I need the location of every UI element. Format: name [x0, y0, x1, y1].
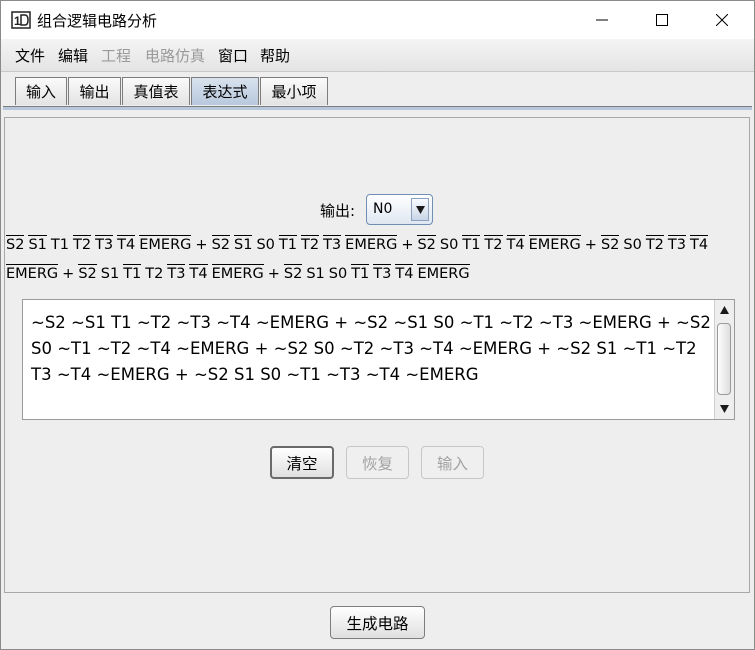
expression-term: T4 — [189, 264, 208, 282]
menu-window[interactable]: 窗口 — [218, 45, 248, 66]
arrow-down-icon — [720, 405, 729, 413]
tab-divider — [3, 106, 752, 110]
expression-operator: + — [584, 237, 597, 253]
expression-term: T1 — [278, 235, 297, 253]
expression-term: S2 — [78, 264, 97, 282]
expression-term: S2 — [283, 264, 303, 282]
expression-term: T1 — [50, 237, 69, 253]
expression-term: T2 — [645, 235, 664, 253]
close-icon — [716, 14, 728, 26]
expression-operator: + — [401, 237, 414, 253]
expression-editor[interactable]: ~S2 ~S1 T1 ~T2 ~T3 ~T4 ~EMERG + ~S2 ~S1 … — [22, 299, 735, 420]
window-title: 组合逻辑电路分析 — [37, 12, 158, 30]
editor-line: ~S2 ~S1 T1 ~T2 ~T3 ~T4 ~EMERG + ~S2 ~S1 … — [31, 313, 711, 332]
expression-term: T3 — [95, 235, 114, 253]
expression-operator: + — [195, 237, 208, 253]
minimize-icon — [596, 19, 608, 21]
menu-file[interactable]: 文件 — [15, 45, 45, 66]
expression-line-2: EMERG + S2 S1 T1 T2 T3 T4 EMERG + S2 S1 S0 T1 T3 T4 EMER… — [6, 264, 474, 284]
expression-term: EMERG — [417, 264, 470, 282]
expression-operator: + — [62, 266, 75, 282]
expression-operator: + — [267, 266, 280, 282]
expression-term: T3 — [323, 235, 342, 253]
menu-help[interactable]: 帮助 — [260, 45, 290, 66]
expression-editor-text[interactable]: ~S2 ~S1 T1 ~T2 ~T3 ~T4 ~EMERG + ~S2 ~S1 … — [31, 310, 711, 388]
expression-term: T2 — [145, 266, 164, 282]
app-logo-icon: 1 — [11, 11, 31, 29]
expression-term: S1 — [28, 235, 47, 253]
generate-circuit-button[interactable]: 生成电路 — [330, 606, 425, 639]
expression-term: EMERG — [211, 264, 264, 282]
app-window: 1 组合逻辑电路分析 文件 编辑 工程 电路仿真 窗口 帮助 输入 输出 真值表… — [0, 0, 755, 650]
tab-truth-table[interactable]: 真值表 — [122, 77, 190, 105]
expression-term: T4 — [506, 235, 525, 253]
expression-term: T1 — [123, 264, 142, 282]
maximize-button[interactable] — [639, 1, 685, 39]
scroll-down-button[interactable] — [717, 401, 732, 417]
expression-term: S0 — [328, 266, 348, 282]
expression-term: EMERG — [139, 235, 192, 253]
expression-term: S1 — [100, 266, 120, 282]
expression-term: T2 — [484, 235, 503, 253]
expression-term: T2 — [72, 235, 92, 253]
expression-term: S2 — [417, 235, 436, 253]
expression-term: T3 — [167, 264, 186, 282]
output-select-value: N0 — [373, 201, 393, 217]
expression-line-1: S2 S1 T1 T2 T3 T4 EMERG + S2 S1 S0 T1 T2 T3 EMERG + S2 S0… — [6, 235, 712, 255]
expression-term: S0 — [256, 237, 275, 253]
expression-term: S2 — [211, 235, 230, 253]
expression-term: S2 — [6, 235, 25, 253]
dropdown-button[interactable] — [411, 198, 429, 221]
expression-term: EMERG — [528, 235, 581, 253]
clear-button[interactable]: 清空 — [270, 446, 334, 479]
output-select[interactable]: N0 — [366, 194, 433, 225]
maximize-icon — [656, 14, 668, 26]
expression-term: S1 — [234, 235, 253, 253]
menu-bar: 文件 编辑 工程 电路仿真 窗口 帮助 — [1, 39, 754, 72]
expression-term: S1 — [306, 266, 325, 282]
expression-term: T1 — [351, 264, 370, 282]
minimize-button[interactable] — [579, 1, 625, 39]
scroll-thumb[interactable] — [717, 323, 731, 395]
expression-term: S0 — [623, 237, 642, 253]
expression-term: S0 — [439, 237, 459, 253]
expression-term: T2 — [300, 235, 320, 253]
menu-edit[interactable]: 编辑 — [58, 45, 88, 66]
title-bar: 1 组合逻辑电路分析 — [1, 1, 754, 39]
expression-term: T3 — [373, 264, 392, 282]
editor-line: S0 ~T1 ~T2 ~T4 ~EMERG + ~S2 S0 ~T2 ~T3 ~… — [31, 339, 697, 358]
menu-project[interactable]: 工程 — [101, 45, 131, 66]
expression-term: T3 — [667, 235, 686, 253]
tab-expression[interactable]: 表达式 — [191, 77, 259, 105]
expression-term: S2 — [600, 235, 620, 253]
expression-term: EMERG — [6, 264, 59, 282]
restore-button[interactable]: 恢复 — [346, 446, 409, 479]
expression-term: EMERG — [345, 235, 398, 253]
vertical-scrollbar[interactable] — [714, 300, 734, 419]
arrow-up-icon — [720, 306, 729, 314]
tab-minterms[interactable]: 最小项 — [260, 77, 328, 105]
enter-button[interactable]: 输入 — [421, 446, 484, 479]
expression-term: T4 — [395, 264, 414, 282]
scroll-up-button[interactable] — [717, 302, 732, 318]
tab-input[interactable]: 输入 — [15, 77, 67, 105]
output-label: 输出: — [320, 202, 356, 220]
expression-term: T1 — [462, 235, 481, 253]
expression-term: T4 — [690, 235, 709, 253]
close-button[interactable] — [699, 1, 745, 39]
chevron-down-icon — [415, 205, 425, 214]
editor-line: T3 ~T4 ~EMERG + ~S2 S1 S0 ~T1 ~T3 ~T4 ~E… — [31, 365, 479, 384]
tab-output[interactable]: 输出 — [68, 77, 121, 105]
expression-term: T4 — [117, 235, 136, 253]
svg-text:1: 1 — [14, 14, 21, 28]
menu-simulation[interactable]: 电路仿真 — [145, 45, 205, 66]
